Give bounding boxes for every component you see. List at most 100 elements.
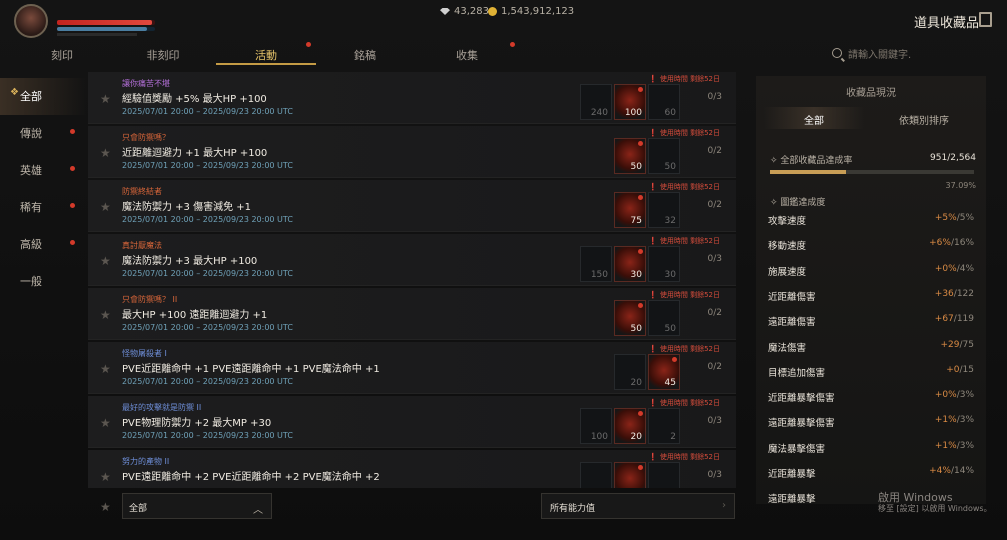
- gem-currency: 43,283: [440, 6, 489, 17]
- nav-hero[interactable]: 英雄: [0, 152, 86, 189]
- stat-current: +1%: [934, 440, 957, 451]
- time-limit-text: 使用時間 剩餘52日: [659, 399, 720, 407]
- stat-label: 魔法暴擊傷害: [768, 443, 826, 455]
- tab-draft[interactable]: 銘稿: [330, 47, 400, 63]
- collection-row[interactable]: ★ 只會防禦嗎？ II 最大HP +100 遠距離迴避力 +1 2025/07/…: [88, 288, 736, 340]
- achieve-label-text: 全部收藏品達成率: [780, 156, 853, 166]
- collection-row[interactable]: ★ 努力的產物 II PVE遠距離命中 +2 PVE近距離命中 +2 PVE魔法…: [88, 450, 736, 488]
- stat-current: +5%: [934, 213, 957, 223]
- grade-filter-dropdown[interactable]: 全部 ︿: [122, 493, 272, 519]
- item-slot-owned[interactable]: 30: [614, 246, 646, 282]
- ability-filter-value: 所有能力值: [550, 504, 596, 514]
- stat-max: /5%: [956, 213, 974, 223]
- collection-name: 防禦終結者: [122, 187, 162, 196]
- notice-dot: [70, 129, 75, 134]
- collection-row[interactable]: ★ 防禦終結者 魔法防禦力 +3 傷害減免 +1 2025/07/01 20:0…: [88, 180, 736, 232]
- collection-period: 2025/07/01 20:00 – 2025/09/23 20:00 UTC: [122, 215, 293, 224]
- collection-period: 2025/07/01 20:00 – 2025/09/23 20:00 UTC: [122, 161, 293, 170]
- warning-icon: ❗: [648, 399, 658, 407]
- item-slots: 100 20 2: [580, 408, 680, 444]
- favorite-star-icon[interactable]: ★: [100, 254, 111, 268]
- item-slot-empty[interactable]: 30: [648, 246, 680, 282]
- stat-row: 魔法暴擊傷害 +1%/3%: [768, 441, 974, 463]
- item-slot-empty[interactable]: 50: [648, 138, 680, 174]
- favorite-star-icon[interactable]: ★: [100, 200, 111, 214]
- item-count: 60: [664, 108, 676, 118]
- item-slots: 50 50: [614, 138, 680, 174]
- item-slot-empty[interactable]: 20: [614, 354, 646, 390]
- item-slot-owned[interactable]: 20: [614, 408, 646, 444]
- favorite-star-icon[interactable]: ★: [100, 416, 111, 430]
- nav-common[interactable]: 一般: [0, 263, 86, 300]
- favorite-star-icon[interactable]: ★: [100, 308, 111, 322]
- time-limit-text: 使用時間 剩餘52日: [659, 453, 720, 461]
- collection-effect: 經驗值獎勵 +5% 最大HP +100: [122, 94, 267, 105]
- stat-row: 攻擊速度 +5%/5%: [768, 213, 974, 235]
- item-slot-empty[interactable]: 32: [648, 192, 680, 228]
- nav-legendary[interactable]: 傳說: [0, 115, 86, 152]
- item-slot-empty[interactable]: 2: [648, 408, 680, 444]
- collection-row[interactable]: ★ 讓你痛苦不堪 經驗值獎勵 +5% 最大HP +100 2025/07/01 …: [88, 72, 736, 124]
- collection-name: 最好的攻擊就是防禦 II: [122, 403, 202, 412]
- selected-marker-icon: ❖: [10, 87, 19, 98]
- stat-value: +0%/3%: [935, 390, 974, 400]
- stat-label: 移動速度: [768, 241, 807, 253]
- collection-row[interactable]: ★ 最好的攻擊就是防禦 II PVE物理防禦力 +2 最大MP +30 2025…: [88, 396, 736, 448]
- favorite-star-icon[interactable]: ★: [100, 146, 111, 160]
- panel-tab-all[interactable]: 全部: [764, 107, 864, 129]
- item-slots: 240 100 60: [580, 84, 680, 120]
- nav-rare[interactable]: 稀有: [0, 189, 86, 226]
- notice-dot: [638, 303, 643, 308]
- stat-max: /119: [953, 314, 974, 325]
- stat-max: /3%: [956, 440, 974, 451]
- warning-icon: ❗: [648, 291, 658, 299]
- item-slot-empty[interactable]: 150: [580, 246, 612, 282]
- collection-period: 2025/07/01 20:00 – 2025/09/23 20:00 UTC: [122, 323, 293, 332]
- stat-value: +67/119: [935, 314, 974, 324]
- collection-list: ★ 讓你痛苦不堪 經驗值獎勵 +5% 最大HP +100 2025/07/01 …: [88, 72, 736, 488]
- tab-non-engraved[interactable]: 非刻印: [128, 47, 198, 63]
- collection-row[interactable]: ★ 真討厭魔法 魔法防禦力 +3 最大HP +100 2025/07/01 20…: [88, 234, 736, 286]
- item-count: 50: [630, 162, 642, 172]
- nav-advanced[interactable]: 高級: [0, 226, 86, 263]
- item-slot-empty[interactable]: 240: [580, 84, 612, 120]
- item-slot-owned[interactable]: 50: [614, 300, 646, 336]
- item-slot-owned[interactable]: 45: [648, 354, 680, 390]
- stat-row: 魔法傷害 +29/75: [768, 340, 974, 362]
- tab-event[interactable]: 活動: [231, 47, 301, 63]
- item-slot-empty[interactable]: [580, 462, 612, 488]
- item-slot-owned[interactable]: 50: [614, 138, 646, 174]
- item-slot-owned[interactable]: 100: [614, 84, 646, 120]
- panel-tab-sort-by-category[interactable]: 依類別排序: [874, 112, 974, 127]
- item-slot-empty[interactable]: 100: [580, 408, 612, 444]
- stat-label: 近距離暴擊: [768, 469, 816, 480]
- stat-label: 近距離傷害: [768, 291, 816, 303]
- tab-engraved[interactable]: 刻印: [27, 47, 97, 63]
- favorite-star-icon[interactable]: ★: [100, 470, 111, 484]
- item-slot-owned[interactable]: 75: [614, 192, 646, 228]
- item-slot-empty[interactable]: 50: [648, 300, 680, 336]
- favorite-star-icon[interactable]: ★: [100, 362, 111, 376]
- stat-max: /3%: [956, 390, 974, 401]
- collection-name: 努力的產物 II: [122, 457, 170, 466]
- collection-row[interactable]: ★ 怪物屠殺者 I PVE近距離命中 +1 PVE遠距離命中 +1 PVE魔法命…: [88, 342, 736, 394]
- item-count: 2: [670, 432, 676, 442]
- item-slot-empty[interactable]: [648, 462, 680, 488]
- collection-row[interactable]: ★ 只會防禦嗎？ 近距離迴避力 +1 最大HP +100 2025/07/01 …: [88, 126, 736, 178]
- item-slot-empty[interactable]: 60: [648, 84, 680, 120]
- favorite-filter-star-icon[interactable]: ★: [100, 500, 111, 514]
- ability-filter-dropdown[interactable]: 所有能力值 ›: [541, 493, 735, 519]
- collection-progress: 0/2: [707, 308, 722, 318]
- window-title: 道具收藏品: [914, 16, 980, 31]
- stat-current: +0: [946, 364, 960, 375]
- tab-collect[interactable]: 收集: [432, 47, 502, 63]
- exit-icon[interactable]: [979, 12, 992, 27]
- nav-all[interactable]: ❖ 全部: [0, 78, 86, 115]
- collection-progress: 0/3: [707, 416, 722, 426]
- hp-fill: [57, 20, 153, 25]
- favorite-star-icon[interactable]: ★: [100, 92, 111, 106]
- search-input[interactable]: 請輸入關鍵字.: [826, 44, 996, 62]
- character-avatar[interactable]: [14, 4, 48, 38]
- stat-label: 魔法傷害: [768, 342, 807, 354]
- item-slot-owned[interactable]: [614, 462, 646, 488]
